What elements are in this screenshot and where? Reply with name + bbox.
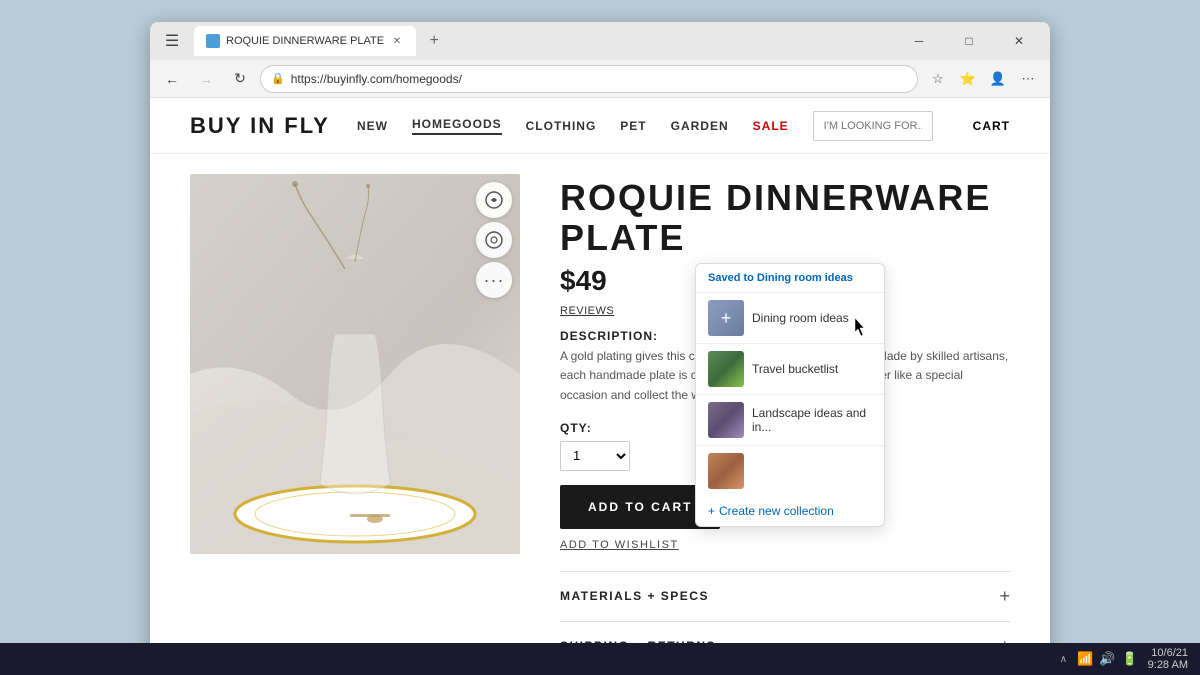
url-text: https://buyinfly.com/homegoods/ [291, 72, 462, 86]
collection-label-landscape: Landscape ideas and in... [752, 406, 872, 434]
create-plus-icon: + [708, 504, 715, 518]
collection-label-travel: Travel bucketlist [752, 362, 838, 376]
nav-link-garden[interactable]: GARDEN [671, 119, 729, 133]
create-new-collection-button[interactable]: + Create new collection [696, 496, 884, 526]
window-controls: ─ □ ✕ [896, 26, 1042, 56]
create-new-label: Create new collection [719, 504, 834, 518]
taskbar-date: 10/6/21 [1148, 647, 1188, 659]
url-bar[interactable]: 🔒 https://buyinfly.com/homegoods/ [260, 65, 918, 93]
address-bar: ← → ↻ 🔒 https://buyinfly.com/homegoods/ … [150, 60, 1050, 98]
refresh-button[interactable]: ↻ [226, 65, 254, 93]
nav-link-homegoods[interactable]: HOMEGOODS [412, 117, 502, 135]
main-content: ··· ROQUIE DINNERWARE PLATE $49 REVIEWS … [150, 154, 1050, 657]
collection-thumb-landscape [708, 402, 744, 438]
product-image [190, 174, 520, 554]
minimize-button[interactable]: ─ [896, 26, 942, 56]
address-bar-icons: ☆ ⭐ 👤 ⋯ [924, 65, 1042, 93]
materials-label: MATERIALS + SPECS [560, 589, 709, 603]
taskbar-clock[interactable]: 10/6/21 9:28 AM [1148, 647, 1188, 671]
save-to-collections-button[interactable] [476, 182, 512, 218]
maximize-button[interactable]: □ [946, 26, 992, 56]
collections-icon[interactable]: ⭐ [954, 65, 982, 93]
collection-thumb-travel [708, 351, 744, 387]
materials-plus-icon: + [999, 586, 1010, 607]
forward-button[interactable]: → [192, 65, 220, 93]
collections-popup: Saved to Dining room ideas + Dining room… [695, 263, 885, 527]
product-title-line2: PLATE [560, 218, 1010, 258]
wifi-icon: 📶 [1077, 651, 1093, 667]
tab-favicon [206, 34, 220, 48]
tab-title: ROQUIE DINNERWARE PLATE [226, 35, 384, 47]
settings-icon[interactable]: ⋯ [1014, 65, 1042, 93]
collection-item-travel[interactable]: Travel bucketlist [696, 344, 884, 395]
active-tab[interactable]: ROQUIE DINNERWARE PLATE ✕ [194, 26, 416, 56]
title-bar: ☰ ROQUIE DINNERWARE PLATE ✕ + ─ □ ✕ [150, 22, 1050, 60]
volume-icon: 🔊 [1099, 651, 1115, 667]
sidebar-toggle[interactable]: ☰ [158, 27, 186, 55]
nav-links: NEW HOMEGOODS CLOTHING PET GARDEN SALE C… [357, 111, 1010, 141]
popup-saved-message: Saved to Dining room ideas [696, 264, 884, 293]
new-tab-button[interactable]: + [420, 27, 448, 55]
cart-button[interactable]: CART [973, 119, 1010, 133]
nav-link-clothing[interactable]: CLOTHING [526, 119, 597, 133]
nav-link-pet[interactable]: PET [620, 119, 646, 133]
tab-bar: ☰ ROQUIE DINNERWARE PLATE ✕ + [158, 26, 888, 56]
collection-item-landscape[interactable]: Landscape ideas and in... [696, 395, 884, 446]
site-nav: BUY IN FLY NEW HOMEGOODS CLOTHING PET GA… [150, 98, 1050, 154]
back-button[interactable]: ← [158, 65, 186, 93]
taskbar: ∧ 📶 🔊 🔋 10/6/21 9:28 AM [0, 643, 1200, 675]
saved-collection-name: Dining room ideas [757, 272, 853, 284]
search-input[interactable] [813, 111, 933, 141]
collection-item-extra[interactable] [696, 446, 884, 496]
star-icon[interactable]: ☆ [924, 65, 952, 93]
collection-thumb-extra [708, 453, 744, 489]
site-logo: BUY IN FLY [190, 113, 357, 139]
qty-select[interactable]: 1 2 3 [560, 441, 630, 471]
lock-icon: 🔒 [271, 72, 285, 85]
product-image-container: ··· [190, 174, 520, 657]
profile-icon[interactable]: 👤 [984, 65, 1012, 93]
product-title: ROQUIE DINNERWARE [560, 178, 1010, 218]
materials-accordion[interactable]: MATERIALS + SPECS + [560, 571, 1010, 621]
product-image-svg [190, 174, 520, 554]
collection-item-dining[interactable]: + Dining room ideas [696, 293, 884, 344]
battery-icon: 🔋 [1121, 651, 1137, 667]
browser-window: ☰ ROQUIE DINNERWARE PLATE ✕ + ─ □ ✕ ← → … [150, 22, 1050, 657]
tab-close-button[interactable]: ✕ [390, 34, 404, 48]
add-to-wishlist-button[interactable]: ADD TO WISHLIST [560, 539, 1010, 551]
visual-search-button[interactable] [476, 222, 512, 258]
nav-link-sale[interactable]: SALE [753, 119, 789, 133]
taskbar-system-icons: 📶 🔊 🔋 [1077, 651, 1138, 667]
collection-thumb-dining: + [708, 300, 744, 336]
taskbar-time: 9:28 AM [1148, 659, 1188, 671]
taskbar-show-hidden-button[interactable]: ∧ [1060, 654, 1067, 665]
collection-label-dining: Dining room ideas [752, 311, 849, 325]
more-options-button[interactable]: ··· [476, 262, 512, 298]
image-actions: ··· [476, 182, 512, 298]
close-button[interactable]: ✕ [996, 26, 1042, 56]
website-content: BUY IN FLY NEW HOMEGOODS CLOTHING PET GA… [150, 98, 1050, 657]
nav-link-new[interactable]: NEW [357, 119, 388, 133]
